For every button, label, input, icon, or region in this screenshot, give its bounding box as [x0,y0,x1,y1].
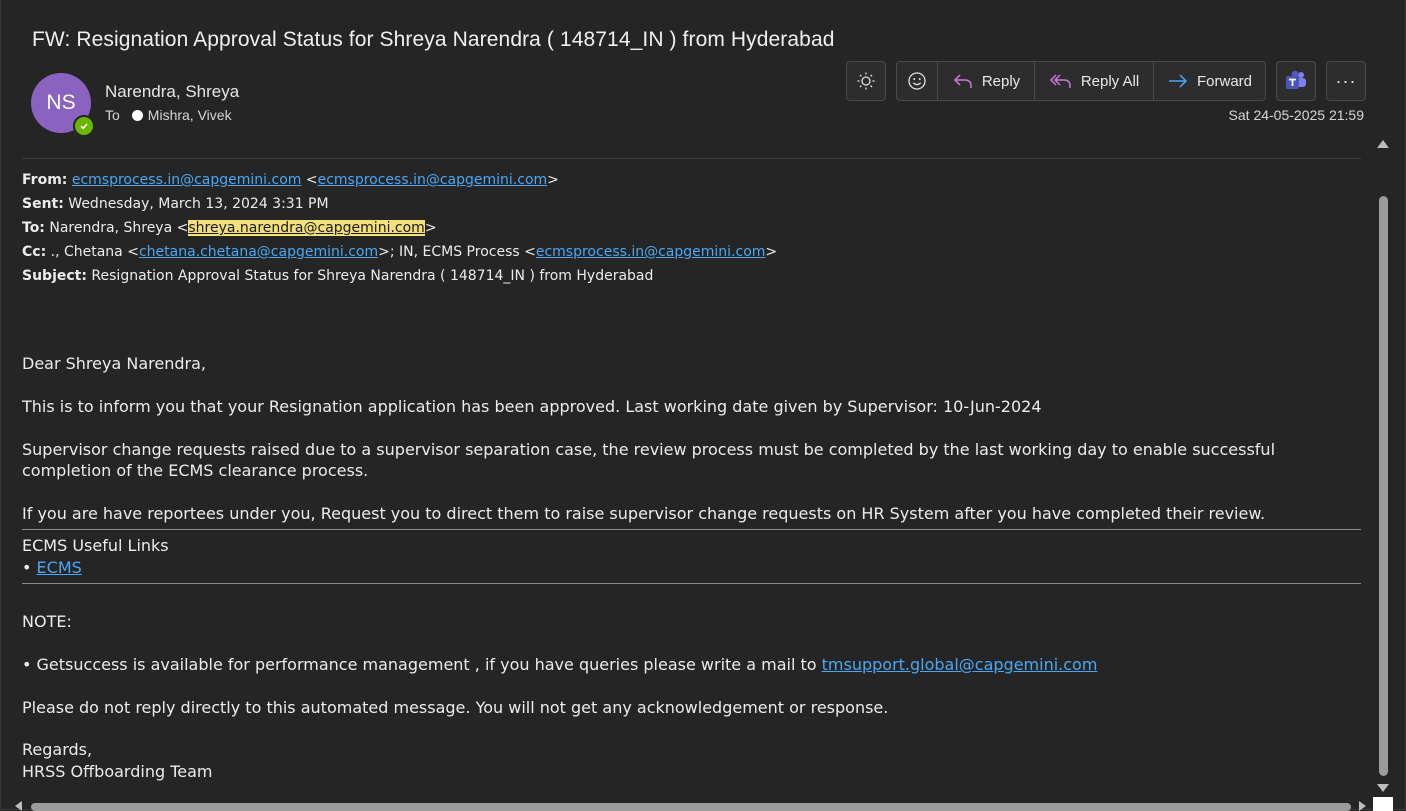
to-email-highlight[interactable]: shreya.narendra@capgemini.com [188,220,425,236]
recipient-name[interactable]: Mishra, Vivek [148,107,232,123]
scroll-up-icon[interactable] [1377,140,1389,148]
email-subject: FW: Resignation Approval Status for Shre… [32,28,835,51]
subject-label: Subject: [22,268,87,284]
scroll-left-icon[interactable] [15,801,22,811]
sent-label: Sent: [22,196,64,212]
sent-value: Wednesday, March 13, 2024 3:31 PM [68,196,329,212]
reply-toolbar: Reply Reply All Forward [896,61,1266,101]
avatar-initials: NS [46,91,76,114]
recipient-line: To Mishra, Vivek [105,107,232,123]
vertical-scroll-thumb[interactable] [1379,196,1388,776]
sender-name[interactable]: Narendra, Shreya [105,82,239,102]
sun-icon-button[interactable] [846,61,886,101]
to-label: To: [22,220,45,236]
to-row: To: Narendra, Shreya <shreya.narendra@ca… [22,220,437,236]
cc-row: Cc: ., Chetana <chetana.chetana@capgemin… [22,244,778,260]
forward-arrow-icon [1168,74,1188,88]
paragraph-supervisor: Supervisor change requests raised due to… [22,440,1276,480]
more-options-button[interactable]: ··· [1326,61,1366,101]
recipient-status-icon [131,109,143,121]
do-not-reply-text: Please do not reply directly to this aut… [22,698,889,717]
divider-1 [22,529,1361,530]
note-line: • Getsuccess is available for performanc… [22,654,1364,675]
forward-label: Forward [1196,72,1252,90]
cc-name-1: ., Chetana < [50,244,139,260]
teams-icon [1286,70,1306,89]
cc-email-link-1[interactable]: chetana.chetana@capgemini.com [139,244,378,260]
emoji-reaction-button[interactable] [897,62,938,100]
received-date: Sat 24-05-2025 21:59 [1228,107,1364,123]
reply-all-icon [1049,74,1071,88]
scroll-down-icon[interactable] [1377,784,1389,792]
note-text: • Getsuccess is available for performanc… [22,655,817,674]
note-heading: NOTE: [22,612,72,631]
reply-all-button[interactable]: Reply All [1035,62,1154,100]
reply-label: Reply [981,72,1021,90]
sun-icon [857,72,875,90]
reply-button[interactable]: Reply [938,62,1035,100]
paragraph-approval: This is to inform you that your Resignat… [22,397,1042,416]
scroll-right-icon[interactable] [1359,801,1366,811]
paragraph-reportees: If you are have reportees under you, Req… [22,504,1266,523]
horizontal-scrollbar[interactable] [13,799,1369,811]
forward-button[interactable]: Forward [1154,62,1265,100]
cc-mid: >; IN, ECMS Process < [378,244,536,260]
team-signature: HRSS Offboarding Team [22,762,213,781]
divider-2 [22,583,1361,584]
from-email-link[interactable]: ecmsprocess.in@capgemini.com [72,172,302,188]
scrollbar-corner [1373,797,1393,811]
sent-row: Sent: Wednesday, March 13, 2024 3:31 PM [22,192,777,216]
reading-pane: FW: Resignation Approval Status for Shre… [0,0,1406,811]
from-label: From: [22,172,68,188]
presence-available-icon [73,115,95,137]
header-divider [22,158,1361,159]
subject-row: Subject: Resignation Approval Status for… [22,264,777,288]
reply-all-label: Reply All [1080,72,1140,90]
links-list: • ECMS [22,557,1364,578]
to-label: To [105,107,120,123]
reply-icon [953,74,972,88]
forwarded-headers: From: ecmsprocess.in@capgemini.com <ecms… [22,168,777,288]
cc-email-link-2[interactable]: ecmsprocess.in@capgemini.com [536,244,766,260]
tmsupport-email-link[interactable]: tmsupport.global@capgemini.com [822,655,1098,674]
bullet: • [22,558,32,577]
greeting: Dear Shreya Narendra, [22,354,206,373]
teams-chat-button[interactable] [1276,61,1316,101]
from-email-link-2[interactable]: ecmsprocess.in@capgemini.com [318,172,548,188]
ecms-link[interactable]: ECMS [37,558,82,577]
from-row: From: ecmsprocess.in@capgemini.com <ecms… [22,172,559,188]
smiley-icon [908,72,926,90]
horizontal-scroll-thumb[interactable] [31,803,1351,811]
links-title: ECMS Useful Links [22,536,169,555]
more-icon: ··· [1335,70,1357,91]
cc-label: Cc: [22,244,47,260]
vertical-scrollbar[interactable] [1376,138,1390,798]
regards: Regards, [22,740,93,759]
to-name: Narendra, Shreya < [49,220,189,236]
subject-value: Resignation Approval Status for Shreya N… [91,268,654,284]
